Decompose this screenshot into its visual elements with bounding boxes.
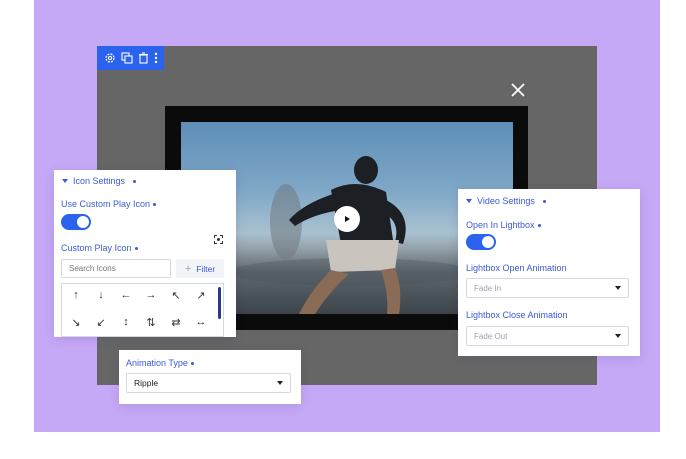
icon-option[interactable]: ↘ <box>64 310 88 334</box>
search-icons-input[interactable] <box>61 259 171 278</box>
icon-grid: ↑ ↓ ← → ↖ ↗ ↘ ↙ ↕ ⇅ ⇄ ↔ <box>61 283 224 337</box>
chevron-down-icon <box>615 286 621 290</box>
gear-icon[interactable] <box>104 52 116 64</box>
icon-option[interactable]: ↑ <box>64 283 88 307</box>
plus-icon: + <box>184 262 192 275</box>
chevron-down-icon <box>277 381 283 385</box>
animation-type-value: Ripple <box>134 378 159 388</box>
element-toolbar <box>97 46 164 70</box>
lightbox-open-animation-label: Lightbox Open Animation <box>466 263 567 273</box>
icon-option[interactable]: ⇅ <box>139 310 163 334</box>
lightbox-close-animation-label: Lightbox Close Animation <box>466 310 568 320</box>
icon-option[interactable]: ↖ <box>164 283 188 307</box>
trash-icon[interactable] <box>138 52 149 64</box>
icon-option[interactable]: ↕ <box>114 310 138 334</box>
animation-type-label: Animation Type <box>126 358 188 368</box>
video-settings-panel: Video Settings Open In Lightbox Lightbox… <box>458 189 640 356</box>
use-custom-play-icon-label: Use Custom Play Icon <box>61 199 151 209</box>
more-vertical-icon[interactable] <box>154 52 158 64</box>
icon-option[interactable]: ↗ <box>189 283 213 307</box>
chevron-down-icon <box>615 334 621 338</box>
filter-label: Filter <box>196 263 216 274</box>
chevron-down-icon <box>62 179 68 183</box>
icon-option[interactable]: ← <box>114 283 138 307</box>
icon-settings-title: Icon Settings <box>73 176 126 186</box>
icon-option[interactable]: ⇄ <box>164 310 188 334</box>
filter-button[interactable]: + Filter <box>176 259 224 278</box>
animation-type-select[interactable]: Ripple <box>126 373 291 393</box>
icon-option[interactable]: → <box>139 283 163 307</box>
open-in-lightbox-label: Open In Lightbox <box>466 220 535 230</box>
use-custom-play-icon-toggle[interactable] <box>61 214 91 230</box>
lightbox-close-animation-select[interactable]: Fade Out <box>466 326 629 346</box>
canvas: Icon Settings Use Custom Play Icon Custo… <box>0 0 686 459</box>
open-in-lightbox-toggle[interactable] <box>466 234 496 250</box>
chevron-down-icon <box>466 199 472 203</box>
icon-option[interactable]: ↙ <box>89 310 113 334</box>
icon-grid-scrollbar[interactable] <box>218 287 221 319</box>
custom-play-icon-label: Custom Play Icon <box>61 243 132 253</box>
lightbox-open-animation-value: Fade In <box>474 283 502 293</box>
icon-settings-panel: Icon Settings Use Custom Play Icon Custo… <box>54 170 236 337</box>
focus-icon[interactable] <box>214 231 223 249</box>
video-settings-title: Video Settings <box>477 196 535 206</box>
duplicate-icon[interactable] <box>120 52 133 64</box>
play-icon <box>345 216 350 222</box>
play-button[interactable] <box>334 206 360 232</box>
video-settings-header[interactable]: Video Settings <box>466 196 546 206</box>
lightbox-open-animation-select[interactable]: Fade In <box>466 278 629 298</box>
lightbox-close-animation-value: Fade Out <box>474 331 508 341</box>
icon-settings-header[interactable]: Icon Settings <box>62 176 137 186</box>
icon-option[interactable]: ↓ <box>89 283 113 307</box>
icon-option[interactable]: ↔ <box>189 310 213 334</box>
animation-panel: Animation Type Ripple <box>119 350 301 404</box>
close-icon[interactable] <box>509 81 527 99</box>
